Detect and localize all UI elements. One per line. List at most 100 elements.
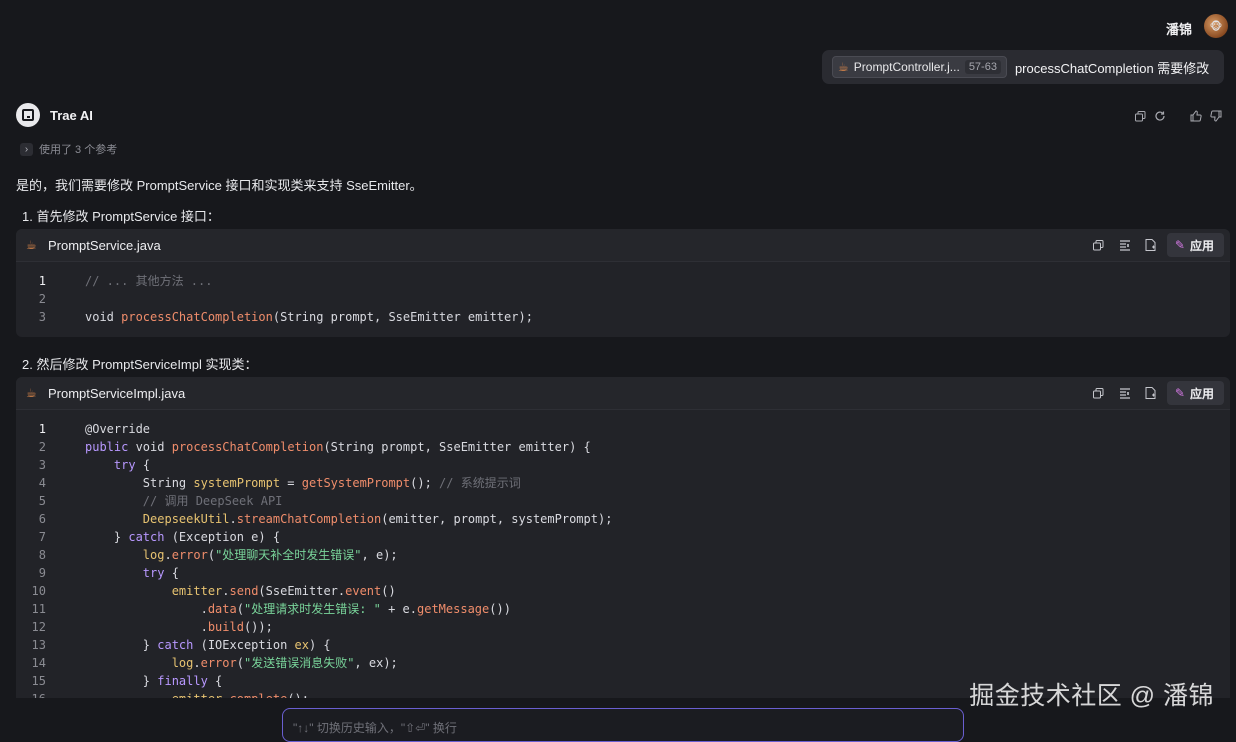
line-number: 7 (38, 530, 46, 544)
user-avatar[interactable]: 🐵 (1204, 14, 1228, 38)
line-code: // 调用 DeepSeek API (85, 494, 283, 508)
line-number: 1 (38, 422, 46, 436)
magic-wand-icon: ✎ (1174, 386, 1185, 400)
thumbs-down-icon[interactable] (1206, 108, 1226, 124)
apply-label: 应用 (1189, 386, 1214, 401)
regenerate-icon[interactable] (1150, 108, 1170, 124)
line-number: 3 (38, 310, 46, 324)
code-block-prompt-service: ☕ PromptService.java ✎ 应用 1 // ... 其他方法 .… (16, 229, 1230, 337)
line-number: 10 (31, 584, 46, 598)
insert-code-icon[interactable] (1115, 237, 1135, 253)
line-code: emitter.complete(); (85, 690, 309, 698)
file-reference-chip[interactable]: ☕ PromptController.j... 57-63 (832, 56, 1007, 78)
new-file-icon[interactable] (1141, 385, 1161, 401)
copy-code-icon[interactable] (1089, 385, 1109, 401)
line-number: 2 (38, 292, 46, 306)
line-code: log.error("处理聊天补全时发生错误", e); (85, 548, 398, 562)
code-line: 12 .build()); (16, 618, 1230, 636)
line-code: try { (113, 458, 151, 472)
avatar-face-icon: 🐵 (1209, 20, 1223, 33)
line-number: 16 (16, 690, 46, 698)
line-code: DeepseekUtil.streamChatCompletion(emitte… (85, 512, 613, 526)
watermark: 掘金技术社区 @ 潘锦 (969, 682, 1214, 710)
references-label: 使用了 3 个参考 (39, 144, 118, 156)
file-reference-name: PromptController.j... (853, 60, 960, 74)
code-line: 11 .data("处理请求时发生错误: " + e.getMessage()) (16, 600, 1230, 618)
apply-label: 应用 (1189, 238, 1214, 253)
code-line: 10 emitter.send(SseEmitter.event() (16, 582, 1230, 600)
insert-code-icon[interactable] (1115, 385, 1135, 401)
line-code: } catch (IOException ex) { (85, 638, 331, 652)
code-line: 3 try { (16, 456, 1230, 474)
line-code: String systemPrompt = getSystemPrompt();… (85, 476, 521, 490)
code-line: 8 log.error("处理聊天补全时发生错误", e); (16, 546, 1230, 564)
line-number: 2 (38, 440, 46, 454)
code-line: 1 // ... 其他方法 ... (16, 272, 1230, 290)
code-block-prompt-service-impl: ☕ PromptServiceImpl.java ✎ 应用 1 @Override… (16, 377, 1230, 698)
chat-input[interactable]: "↑↓" 切换历史输入，"⇧⏎" 换行 (282, 708, 964, 742)
copy-icon[interactable] (1130, 108, 1150, 124)
step-two-text: 2. 然后修改 PromptServiceImpl 实现类： (22, 357, 258, 372)
thumbs-up-icon[interactable] (1186, 108, 1206, 124)
magic-wand-icon: ✎ (1174, 238, 1185, 252)
copy-code-icon[interactable] (1089, 237, 1109, 253)
java-cup-icon: ☕ (838, 60, 849, 74)
line-number: 5 (38, 494, 46, 508)
line-code: void processChatCompletion(String prompt… (85, 310, 533, 324)
line-code: emitter.send(SseEmitter.event() (85, 584, 396, 598)
code-line: 3 void processChatCompletion(String promp… (16, 308, 1230, 326)
code-line: 13 } catch (IOException ex) { (16, 636, 1230, 654)
code-line: 2 public void processChatCompletion(Strin… (16, 438, 1230, 456)
trae-ai-logo (16, 103, 40, 127)
line-code: @Override (85, 422, 151, 436)
line-code: .build()); (85, 620, 273, 634)
line-number: 14 (31, 656, 46, 670)
chat-input-placeholder: "↑↓" 切换历史输入，"⇧⏎" 换行 (293, 721, 457, 735)
apply-button[interactable]: ✎ 应用 (1166, 381, 1224, 405)
code-line: 1 @Override (16, 420, 1230, 438)
step-one-text: 1. 首先修改 PromptService 接口： (22, 209, 220, 224)
line-code: log.error("发送错误消息失败", ex); (85, 656, 398, 670)
line-number: 4 (38, 476, 46, 490)
line-code: // ... 其他方法 ... (85, 274, 213, 288)
code-line: 14 log.error("发送错误消息失败", ex); (16, 654, 1230, 672)
file-reference-range: 57-63 (964, 60, 1001, 74)
line-number: 11 (31, 602, 46, 616)
line-number: 13 (31, 638, 46, 652)
user-name: 潘锦 (1165, 22, 1192, 37)
line-code: } catch (Exception e) { (85, 530, 281, 544)
message-actions (1130, 108, 1226, 124)
code-line: 4 String systemPrompt = getSystemPrompt(… (16, 474, 1230, 492)
references-toggle[interactable]: › 使用了 3 个参考 (20, 141, 117, 157)
line-code: public void processChatCompletion(String… (85, 440, 591, 454)
java-cup-icon: ☕ (26, 238, 37, 252)
user-message-text: processChatCompletion 需要修改 (1014, 60, 1210, 76)
code-line: 7 } catch (Exception e) { (16, 528, 1230, 546)
line-number: 12 (31, 620, 46, 634)
assistant-name: Trae AI (50, 108, 93, 123)
java-cup-icon: ☕ (26, 386, 37, 400)
line-number: 1 (38, 274, 46, 288)
code-block-filename[interactable]: PromptServiceImpl.java (48, 386, 1089, 401)
line-number: 6 (38, 512, 46, 526)
line-number: 15 (31, 674, 46, 688)
chevron-right-icon: › (20, 142, 33, 156)
assistant-intro: 是的，我们需要修改 PromptService 接口和实现类来支持 SseEmi… (16, 178, 423, 193)
new-file-icon[interactable] (1141, 237, 1161, 253)
code-line: 6 DeepseekUtil.streamChatCompletion(emit… (16, 510, 1230, 528)
code-block-filename[interactable]: PromptService.java (48, 238, 1089, 253)
apply-button[interactable]: ✎ 应用 (1166, 233, 1224, 257)
code-line: 9 try { (16, 564, 1230, 582)
line-number: 3 (38, 458, 46, 472)
code-block-header: ☕ PromptServiceImpl.java ✎ 应用 (16, 377, 1230, 410)
line-number: 8 (38, 548, 46, 562)
code-line: 2 (16, 290, 1230, 308)
code-content[interactable]: 1 @Override 2 public void processChatComple… (16, 410, 1230, 698)
code-block-header: ☕ PromptService.java ✎ 应用 (16, 229, 1230, 262)
line-number: 9 (38, 566, 46, 580)
code-content[interactable]: 1 // ... 其他方法 ... 2 3 void processChatComple… (16, 262, 1230, 326)
line-code: } finally { (85, 674, 223, 688)
line-code: try { (142, 566, 179, 580)
line-code: .data("处理请求时发生错误: " + e.getMessage()) (85, 602, 511, 616)
code-line: 5 // 调用 DeepSeek API (16, 492, 1230, 510)
